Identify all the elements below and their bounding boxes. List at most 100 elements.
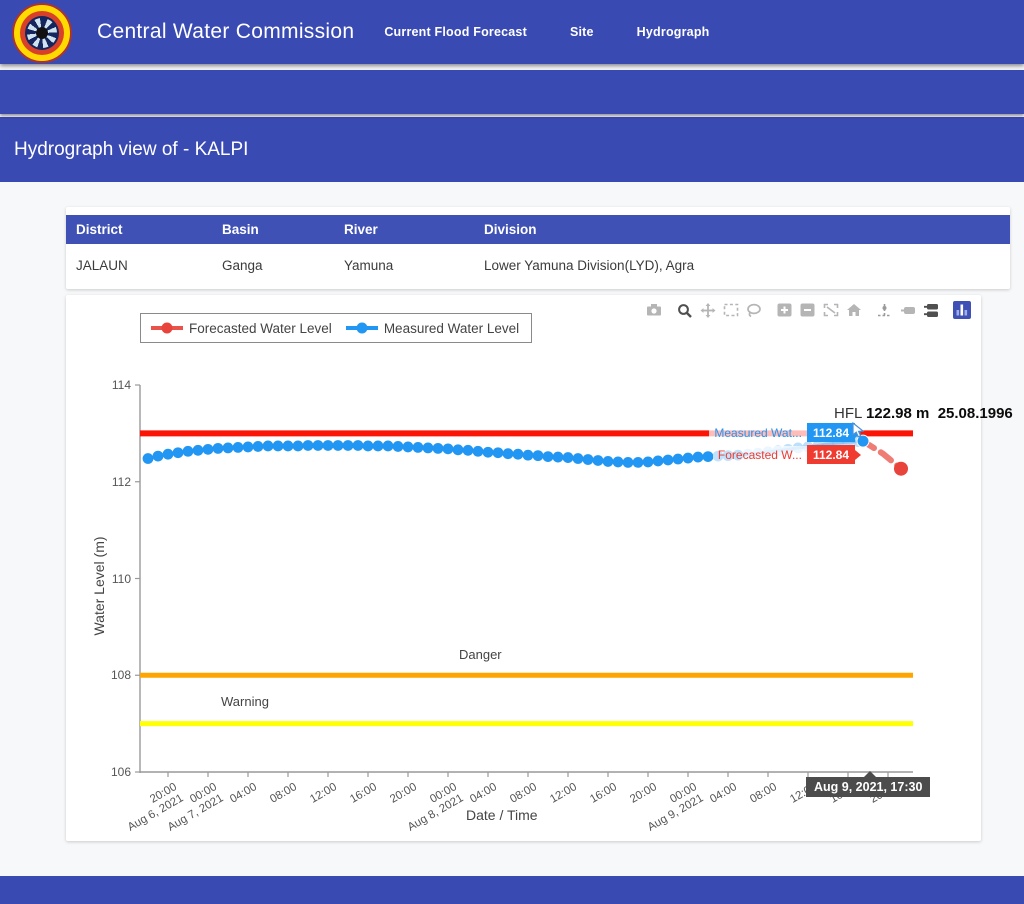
measured-point: [473, 446, 484, 457]
table-header-row: District Basin River Division: [66, 215, 1010, 244]
hfl-annotation-date: 25.08.1996: [938, 405, 1013, 422]
y-tick-label: 110: [99, 572, 131, 586]
measured-point: [293, 441, 304, 452]
col-district: District: [66, 215, 212, 244]
station-table: District Basin River Division JALAUN Gan…: [66, 215, 1010, 286]
measured-point: [683, 453, 694, 464]
measured-point: [323, 440, 334, 451]
measured-point: [703, 451, 714, 462]
measured-point: [443, 443, 454, 454]
hover-label-forecasted-value: 112.84: [807, 445, 855, 464]
y-axis-title: Water Level (m): [91, 526, 107, 646]
measured-point: [593, 455, 604, 466]
hover-label-measured-name: Measured Wat...: [709, 424, 807, 442]
measured-point: [353, 440, 364, 451]
y-tick-label: 108: [99, 668, 131, 682]
hover-label-forecasted-name: Forecasted W...: [713, 446, 807, 464]
measured-point: [153, 451, 164, 462]
measured-point: [693, 452, 704, 463]
measured-point: [573, 453, 584, 464]
x-axis-title: Date / Time: [466, 807, 538, 823]
cwc-logo: [12, 3, 72, 63]
measured-point: [273, 441, 284, 452]
measured-point: [233, 442, 244, 453]
measured-point: [563, 452, 574, 463]
measured-point: [423, 442, 434, 453]
measured-point: [583, 454, 594, 465]
forecast-point: [894, 462, 908, 476]
measured-point: [313, 440, 324, 451]
y-tick-label: 114: [99, 378, 131, 392]
measured-point: [363, 441, 374, 452]
measured-point: [393, 441, 404, 452]
measured-point: [243, 442, 254, 453]
measured-point: [333, 440, 344, 451]
nav-hydrograph[interactable]: Hydrograph: [637, 25, 710, 39]
main-nav: Current Flood Forecast Site Hydrograph: [384, 25, 709, 39]
measured-point: [543, 451, 554, 462]
cell-basin: Ganga: [212, 244, 334, 286]
y-tick-label: 106: [99, 765, 131, 779]
col-basin: Basin: [212, 215, 334, 244]
measured-point: [403, 442, 414, 453]
measured-point: [213, 443, 224, 454]
measured-point: [143, 453, 154, 464]
nav-site[interactable]: Site: [570, 25, 594, 39]
y-tick-label: 112: [99, 475, 131, 489]
measured-point: [183, 446, 194, 457]
table-row: JALAUN Ganga Yamuna Lower Yamuna Divisio…: [66, 244, 1010, 286]
danger-line-label: Danger: [459, 647, 502, 662]
measured-point: [513, 449, 524, 460]
measured-point: [523, 450, 534, 461]
page-footer: [0, 876, 1024, 904]
app-title: Central Water Commission: [97, 20, 354, 44]
page-title-bar: Hydrograph view of - KALPI: [0, 117, 1024, 182]
cursor-pointer-icon: [852, 422, 866, 443]
hydrograph-plot[interactable]: [66, 295, 981, 841]
measured-point: [173, 447, 184, 458]
measured-point: [193, 445, 204, 456]
measured-point: [253, 441, 264, 452]
col-division: Division: [474, 215, 1010, 244]
hfl-annotation-prefix: HFL: [834, 405, 862, 422]
measured-point: [223, 442, 234, 453]
tooltip-caret: [864, 771, 876, 777]
cell-river: Yamuna: [334, 244, 474, 286]
measured-point: [343, 440, 354, 451]
measured-point: [203, 444, 214, 455]
hover-label-measured-value: 112.84: [807, 423, 855, 442]
x-axis-hover-tooltip: Aug 9, 2021, 17:30: [806, 777, 930, 797]
measured-point: [603, 456, 614, 467]
measured-point: [653, 456, 664, 467]
app-header: Central Water Commission Current Flood F…: [0, 0, 1024, 64]
measured-point: [303, 440, 314, 451]
measured-point: [533, 450, 544, 461]
hover-label-forecasted: Forecasted W... 112.84: [713, 445, 855, 464]
measured-point: [413, 442, 424, 453]
measured-point: [433, 443, 444, 454]
warning-line-label: Warning: [221, 694, 269, 709]
measured-point: [503, 448, 514, 459]
measured-point: [463, 445, 474, 456]
page-title: Hydrograph view of - KALPI: [14, 139, 248, 161]
measured-point: [373, 441, 384, 452]
hydrograph-card: Forecasted Water Level Measured Water Le…: [66, 295, 981, 841]
cell-division: Lower Yamuna Division(LYD), Agra: [474, 244, 1010, 286]
forecast-line: [863, 441, 901, 469]
measured-point: [283, 441, 294, 452]
measured-point: [663, 455, 674, 466]
cell-district: JALAUN: [66, 244, 212, 286]
station-info-card: District Basin River Division JALAUN Gan…: [66, 207, 1010, 289]
measured-point: [483, 447, 494, 458]
hover-label-measured: Measured Wat... 112.84: [709, 423, 855, 442]
tooltip-text: Aug 9, 2021, 17:30: [814, 780, 922, 794]
logo-center: [36, 27, 48, 39]
col-river: River: [334, 215, 474, 244]
measured-point: [643, 457, 654, 468]
measured-point: [453, 444, 464, 455]
nav-current-flood-forecast[interactable]: Current Flood Forecast: [384, 25, 527, 39]
hfl-annotation: HFL 122.98 m 25.08.1996: [834, 405, 1013, 422]
measured-point: [613, 457, 624, 468]
measured-point: [623, 457, 634, 468]
measured-point: [553, 452, 564, 463]
